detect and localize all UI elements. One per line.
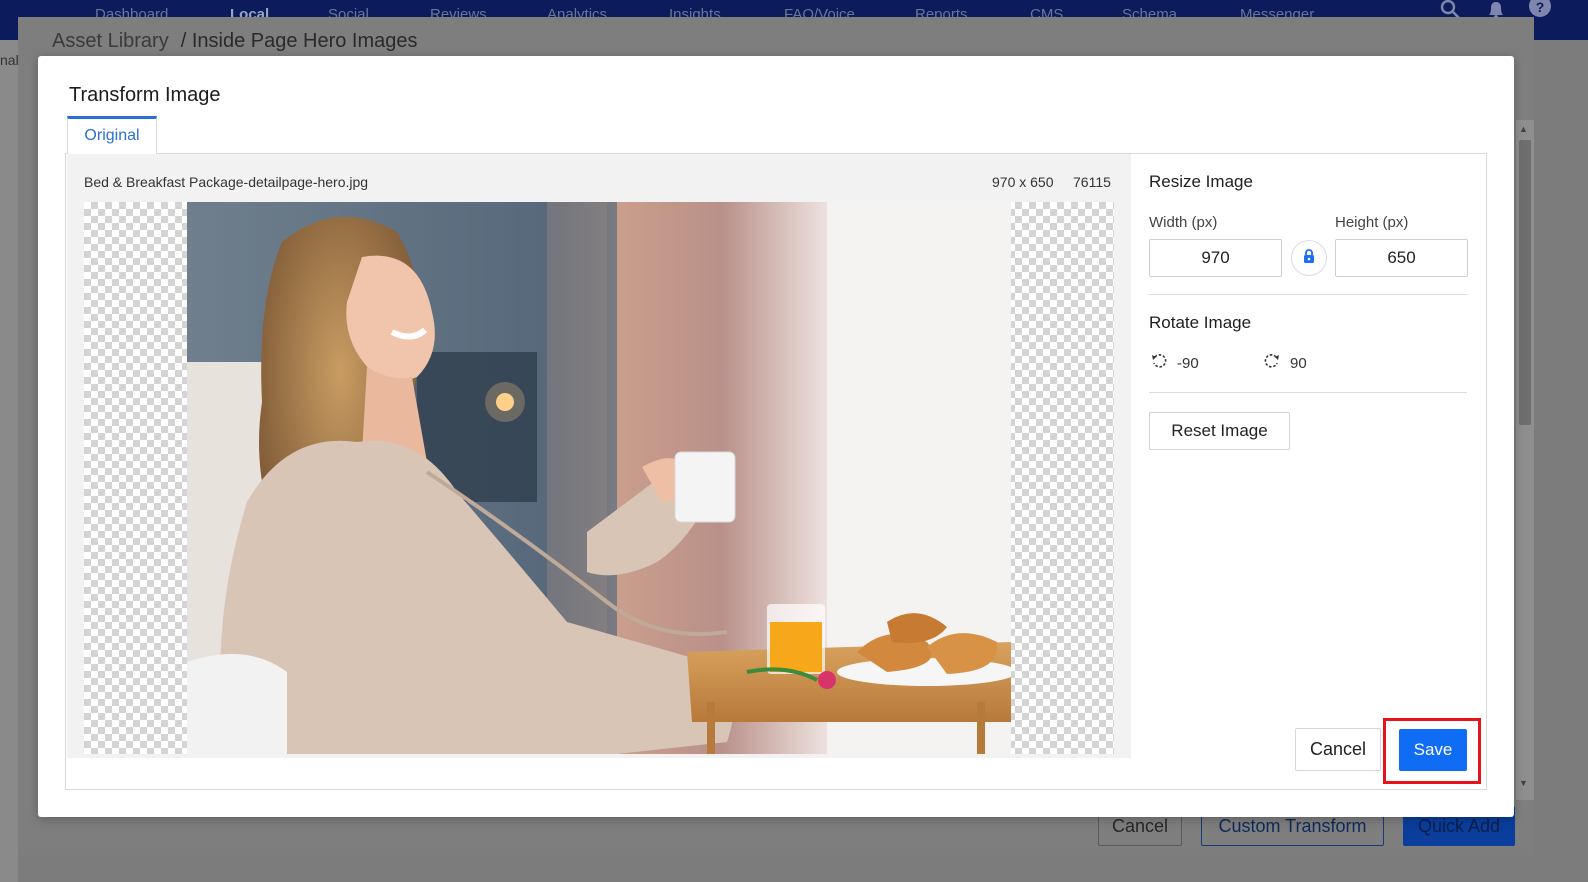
section-divider bbox=[1149, 392, 1467, 393]
resize-image-heading: Resize Image bbox=[1149, 172, 1253, 191]
image-file-name: Bed & Breakfast Package-detailpage-hero.… bbox=[84, 174, 369, 190]
breadcrumb: Asset Library / Inside Page Hero Images bbox=[52, 30, 418, 53]
cancel-button[interactable]: Cancel bbox=[1295, 728, 1381, 771]
rotate-right-button[interactable]: 90 bbox=[1264, 352, 1307, 374]
modal-title: Transform Image bbox=[69, 84, 221, 106]
breadcrumb-current-folder: / Inside Page Hero Images bbox=[180, 30, 418, 52]
transparent-canvas-background bbox=[84, 202, 1114, 754]
width-input[interactable] bbox=[1149, 239, 1282, 277]
scroll-up-arrow-icon[interactable]: ▲ bbox=[1519, 124, 1528, 134]
transform-settings-panel: Resize Image Width (px) Height (px) Rota… bbox=[1149, 154, 1479, 758]
transform-image-modal: Transform Image Original Bed & Breakfast… bbox=[38, 56, 1514, 817]
svg-text:?: ? bbox=[1536, 0, 1545, 15]
aspect-ratio-lock-button[interactable] bbox=[1291, 240, 1327, 276]
image-dimensions: 970 x 650 bbox=[992, 174, 1054, 190]
rotate-left-button[interactable]: -90 bbox=[1151, 352, 1199, 374]
rotate-left-label: -90 bbox=[1177, 354, 1199, 372]
height-label: Height (px) bbox=[1335, 214, 1409, 231]
background-scrollbar-thumb[interactable] bbox=[1519, 140, 1531, 425]
height-input[interactable] bbox=[1335, 239, 1468, 277]
rotate-right-icon bbox=[1264, 353, 1280, 374]
background-sidebar bbox=[0, 40, 18, 882]
rotate-left-icon bbox=[1151, 353, 1167, 374]
tab-original[interactable]: Original bbox=[67, 116, 157, 154]
rotate-right-label: 90 bbox=[1290, 354, 1307, 372]
reset-image-button[interactable]: Reset Image bbox=[1149, 412, 1290, 450]
image-file-size: 76115 bbox=[1073, 174, 1111, 190]
image-preview-pane: Bed & Breakfast Package-detailpage-hero.… bbox=[67, 154, 1131, 758]
width-label: Width (px) bbox=[1149, 214, 1218, 231]
section-divider bbox=[1149, 294, 1467, 295]
background-sidebar-label: nal bbox=[0, 52, 19, 68]
scroll-down-arrow-icon[interactable]: ▼ bbox=[1519, 778, 1528, 788]
preview-image bbox=[187, 202, 1011, 754]
rotate-image-heading: Rotate Image bbox=[1149, 313, 1252, 332]
save-button-highlight bbox=[1383, 718, 1481, 784]
breadcrumb-asset-library[interactable]: Asset Library bbox=[52, 30, 169, 52]
lock-icon bbox=[1303, 248, 1315, 268]
